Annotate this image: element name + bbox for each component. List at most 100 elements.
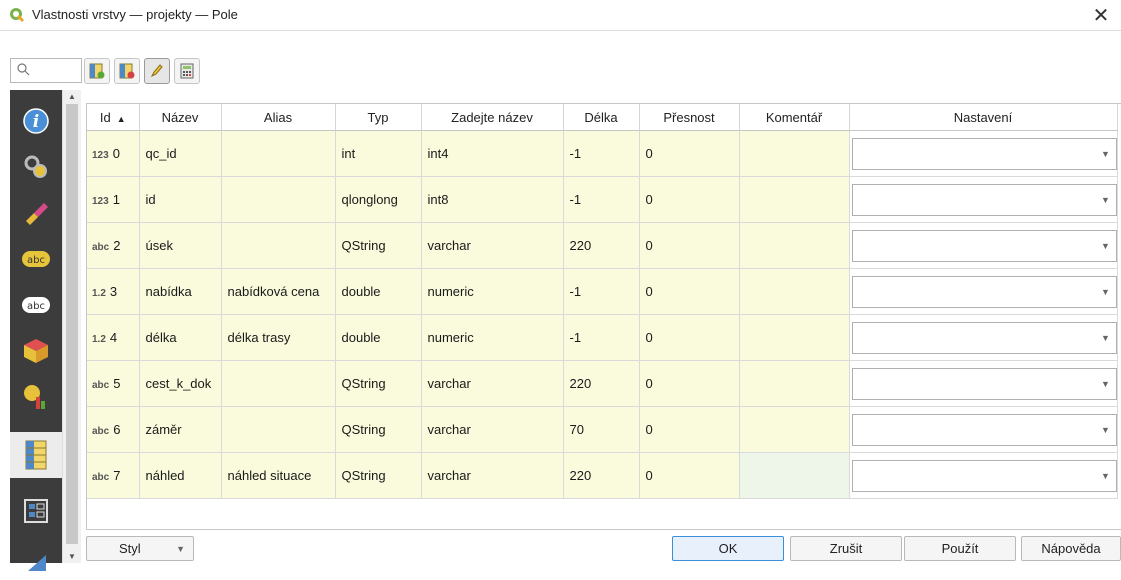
field-id-cell[interactable]: abc 2 xyxy=(87,222,140,269)
field-length-cell[interactable]: 220 xyxy=(563,452,640,499)
field-calculator-button[interactable] xyxy=(174,58,200,84)
field-alias-cell[interactable]: náhled situace xyxy=(221,452,336,499)
table-row[interactable]: 1.2 4 délka délka trasy double numeric -1 0 ▼ xyxy=(87,314,1118,361)
field-comment-cell[interactable] xyxy=(739,176,850,223)
sidebar-item-information[interactable]: i xyxy=(10,98,62,144)
field-length-cell[interactable]: -1 xyxy=(563,176,640,223)
table-row[interactable]: abc 2 úsek QString varchar 220 0 ▼ xyxy=(87,222,1118,269)
field-type-name-cell[interactable]: varchar xyxy=(421,452,564,499)
field-type-cell[interactable]: double xyxy=(335,268,422,315)
cancel-button[interactable]: Zrušit xyxy=(790,536,902,561)
chevron-down-icon[interactable]: ▼ xyxy=(1096,185,1116,215)
field-type-cell[interactable]: QString xyxy=(335,360,422,407)
sidebar-item-source[interactable] xyxy=(10,144,62,190)
settings-combobox[interactable]: ▼ xyxy=(851,275,1116,308)
field-comment-cell[interactable] xyxy=(739,222,850,269)
close-icon[interactable]: ✕ xyxy=(1093,3,1110,28)
settings-combobox[interactable]: ▼ xyxy=(851,367,1116,400)
field-alias-cell[interactable]: délka trasy xyxy=(221,314,336,361)
field-type-name-cell[interactable]: int4 xyxy=(421,130,564,177)
chevron-down-icon[interactable]: ▼ xyxy=(1096,139,1116,169)
field-type-name-cell[interactable]: varchar xyxy=(421,222,564,269)
chevron-down-icon[interactable]: ▼ xyxy=(1096,369,1116,399)
toggle-edit-button[interactable] xyxy=(144,58,170,84)
table-row[interactable]: 123 0 qc_id int int4 -1 0 ▼ xyxy=(87,130,1118,177)
field-alias-cell[interactable] xyxy=(221,222,336,269)
column-header-alias[interactable]: Alias xyxy=(221,104,336,131)
table-row[interactable]: abc 6 záměr QString varchar 70 0 ▼ xyxy=(87,406,1118,453)
field-type-cell[interactable]: QString xyxy=(335,452,422,499)
field-type-cell[interactable]: double xyxy=(335,314,422,361)
field-comment-cell[interactable] xyxy=(739,406,850,453)
field-id-cell[interactable]: 123 0 xyxy=(87,130,140,177)
field-comment-cell[interactable] xyxy=(739,268,850,315)
field-name-cell[interactable]: nabídka xyxy=(139,268,222,315)
field-type-name-cell[interactable]: varchar xyxy=(421,360,564,407)
sidebar-item-fields[interactable] xyxy=(10,432,62,478)
field-length-cell[interactable]: 70 xyxy=(563,406,640,453)
settings-combobox[interactable]: ▼ xyxy=(851,321,1116,354)
field-type-name-cell[interactable]: numeric xyxy=(421,268,564,315)
field-id-cell[interactable]: abc 5 xyxy=(87,360,140,407)
field-precision-cell[interactable]: 0 xyxy=(639,268,740,315)
sidebar-item-labels[interactable]: abc xyxy=(10,236,62,282)
field-alias-cell[interactable] xyxy=(221,360,336,407)
field-name-cell[interactable]: náhled xyxy=(139,452,222,499)
new-field-button[interactable] xyxy=(84,58,110,84)
apply-button[interactable]: Použít xyxy=(904,536,1016,561)
field-length-cell[interactable]: 220 xyxy=(563,360,640,407)
field-precision-cell[interactable]: 0 xyxy=(639,176,740,223)
field-type-name-cell[interactable]: int8 xyxy=(421,176,564,223)
field-alias-cell[interactable] xyxy=(221,176,336,223)
field-precision-cell[interactable]: 0 xyxy=(639,360,740,407)
field-name-cell[interactable]: cest_k_dok xyxy=(139,360,222,407)
field-type-cell[interactable]: int xyxy=(335,130,422,177)
table-row[interactable]: abc 7 náhled náhled situace QString varchar 22… xyxy=(87,452,1118,499)
field-name-cell[interactable]: délka xyxy=(139,314,222,361)
sidebar-item-attributes-form[interactable] xyxy=(10,488,62,534)
sidebar-item-diagrams[interactable] xyxy=(10,374,62,420)
scroll-down-icon[interactable]: ▼ xyxy=(68,552,76,561)
field-length-cell[interactable]: -1 xyxy=(563,314,640,361)
field-length-cell[interactable]: -1 xyxy=(563,130,640,177)
field-name-cell[interactable]: úsek xyxy=(139,222,222,269)
field-alias-cell[interactable] xyxy=(221,406,336,453)
table-row[interactable]: 123 1 id qlonglong int8 -1 0 ▼ xyxy=(87,176,1118,223)
field-type-name-cell[interactable]: numeric xyxy=(421,314,564,361)
field-id-cell[interactable]: abc 7 xyxy=(87,452,140,499)
column-header-settings[interactable]: Nastavení xyxy=(849,104,1118,131)
field-id-cell[interactable]: abc 6 xyxy=(87,406,140,453)
table-row[interactable]: abc 5 cest_k_dok QString varchar 220 0 ▼ xyxy=(87,360,1118,407)
field-type-cell[interactable]: QString xyxy=(335,406,422,453)
sidebar-item-masks[interactable]: abc xyxy=(10,282,62,328)
chevron-down-icon[interactable]: ▼ xyxy=(1096,231,1116,261)
field-id-cell[interactable]: 123 1 xyxy=(87,176,140,223)
chevron-down-icon[interactable]: ▼ xyxy=(1096,415,1116,445)
field-id-cell[interactable]: 1.2 3 xyxy=(87,268,140,315)
settings-combobox[interactable]: ▼ xyxy=(851,229,1116,262)
column-header-type[interactable]: Typ xyxy=(335,104,422,131)
scroll-up-icon[interactable]: ▲ xyxy=(68,92,76,101)
field-precision-cell[interactable]: 0 xyxy=(639,130,740,177)
field-comment-cell[interactable] xyxy=(739,452,850,499)
ok-button[interactable]: OK xyxy=(672,536,784,561)
field-alias-cell[interactable]: nabídková cena xyxy=(221,268,336,315)
sidebar-item-3d[interactable] xyxy=(10,328,62,374)
style-dropdown[interactable]: Styl ▼ xyxy=(86,536,194,561)
field-name-cell[interactable]: id xyxy=(139,176,222,223)
close-button[interactable]: ✕ xyxy=(1081,0,1121,30)
search-input[interactable] xyxy=(10,58,82,83)
field-type-cell[interactable]: qlonglong xyxy=(335,176,422,223)
column-header-comment[interactable]: Komentář xyxy=(739,104,850,131)
scrollbar-thumb[interactable] xyxy=(66,104,78,544)
field-type-name-cell[interactable]: varchar xyxy=(421,406,564,453)
column-header-id[interactable]: Id ▲ xyxy=(87,104,140,131)
sidebar-scrollbar[interactable]: ▲ ▼ xyxy=(62,90,81,563)
column-header-type-name[interactable]: Zadejte název xyxy=(421,104,564,131)
field-precision-cell[interactable]: 0 xyxy=(639,222,740,269)
help-button[interactable]: Nápověda xyxy=(1021,536,1121,561)
field-length-cell[interactable]: -1 xyxy=(563,268,640,315)
delete-field-button[interactable] xyxy=(114,58,140,84)
settings-combobox[interactable]: ▼ xyxy=(851,137,1116,170)
field-id-cell[interactable]: 1.2 4 xyxy=(87,314,140,361)
